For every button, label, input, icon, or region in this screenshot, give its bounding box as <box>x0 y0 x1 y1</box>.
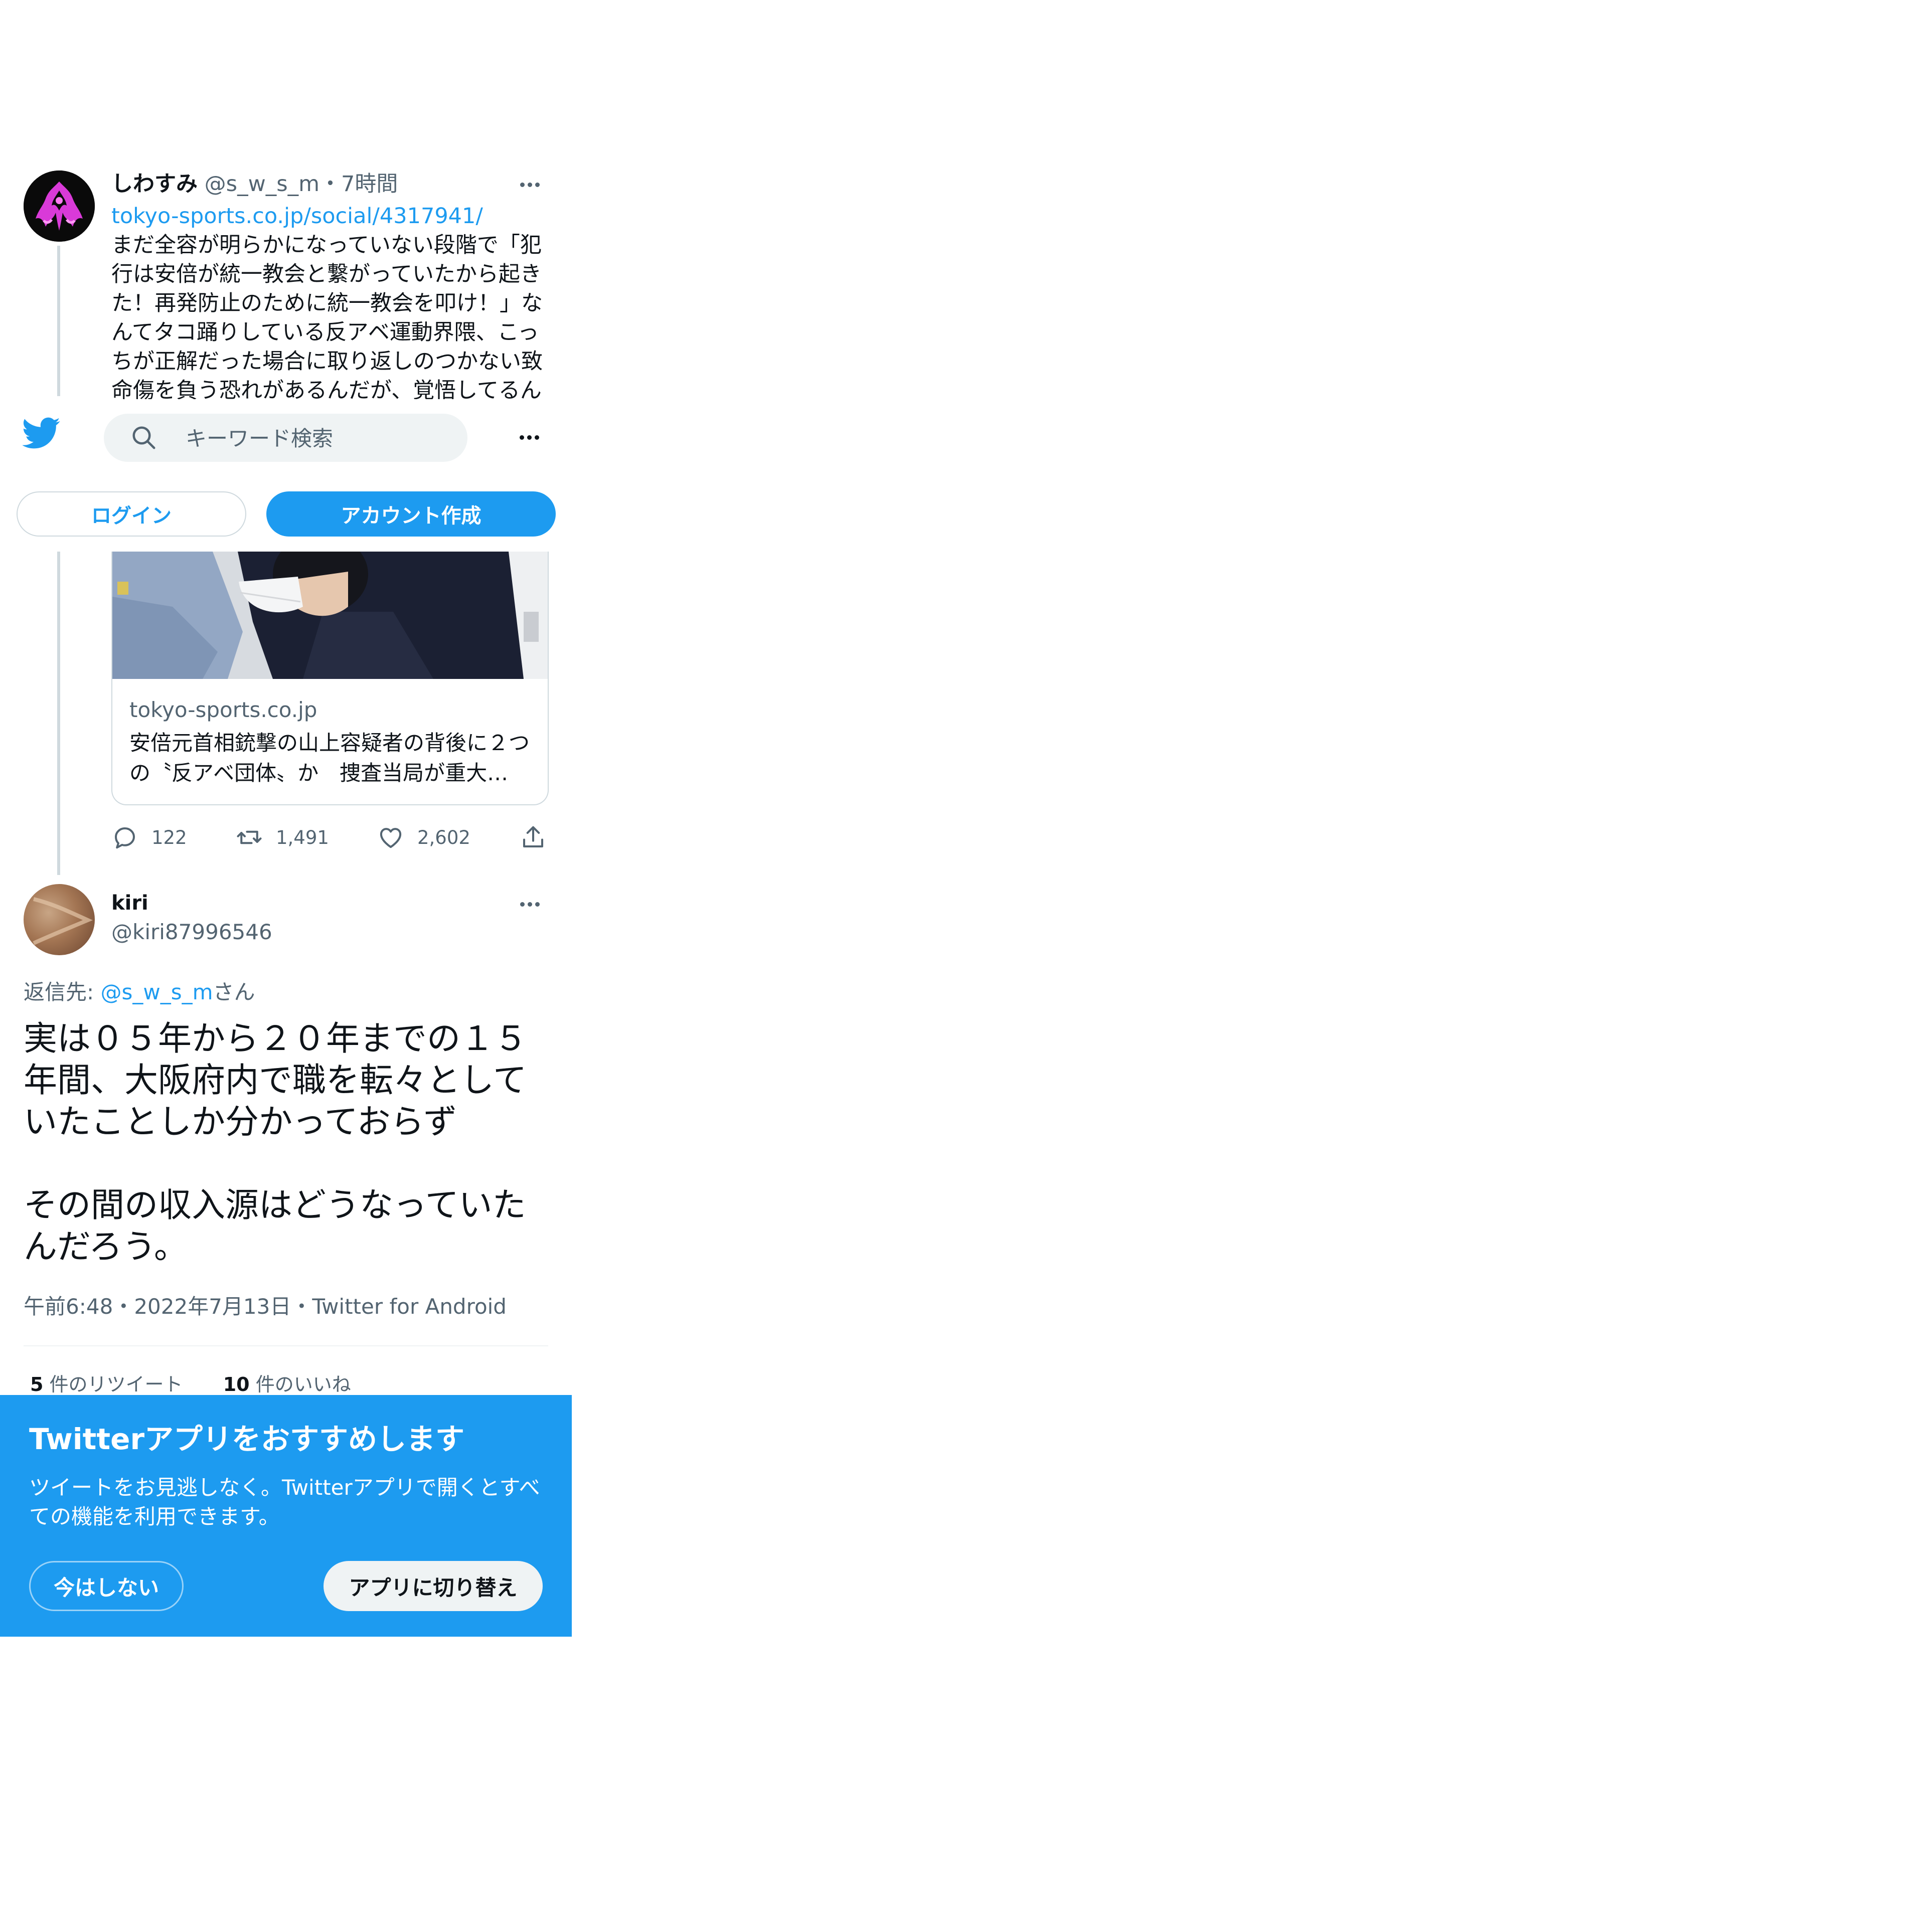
avatar-image-icon <box>24 170 95 242</box>
thread-line <box>57 246 60 396</box>
author-handle[interactable]: @s_w_s_m <box>205 171 319 197</box>
switch-to-app-button[interactable]: アプリに切り替え <box>324 1561 543 1611</box>
reply-icon <box>114 827 135 849</box>
nav-more-icon[interactable] <box>520 432 544 442</box>
reply-to: 返信先: @s_w_s_mさん <box>24 978 255 1007</box>
retweet-total-label: 件のリツイート <box>43 1373 183 1395</box>
reply-action[interactable]: 122 <box>111 824 187 851</box>
reply-to-label: 返信先: <box>24 980 101 1004</box>
like-total: 10 <box>223 1373 250 1395</box>
tweet-header: しわすみ @s_w_s_m・7時間 <box>111 169 398 199</box>
reply-to-suffix: さん <box>213 980 255 1004</box>
avatar[interactable] <box>24 884 95 955</box>
heart-icon <box>380 828 402 848</box>
retweet-total: 5 <box>30 1373 44 1395</box>
card-image <box>112 552 548 679</box>
login-button[interactable]: ログイン <box>17 491 246 537</box>
like-action[interactable]: 2,602 <box>377 824 470 851</box>
tweet-time[interactable]: ・7時間 <box>319 171 398 197</box>
signup-button[interactable]: アカウント作成 <box>266 491 556 537</box>
search-icon <box>130 424 157 451</box>
engagement-counts: 5 件のリツイート 10 件のいいね <box>30 1370 351 1398</box>
thread-line <box>57 552 60 875</box>
like-total-label: 件のいいね <box>249 1373 351 1395</box>
retweet-action[interactable]: 1,491 <box>236 824 329 851</box>
like-count: 2,602 <box>417 826 470 848</box>
tweet-text: まだ全容が明らかになっていない段階で「犯行は安倍が統一教会と繋がっていたから起き… <box>111 233 543 399</box>
author-name[interactable]: kiri <box>111 889 148 917</box>
reply-to-mention[interactable]: @s_w_s_m <box>101 980 213 1004</box>
share-action[interactable] <box>520 824 560 851</box>
card-domain: tokyo-sports.co.jp <box>129 697 317 722</box>
banner-description: ツイートをお見逃しなく。Twitterアプリで開くとすべての機能を利用できます。 <box>29 1475 540 1529</box>
tweet-text: 実は０５年から２０年までの１５年間、大阪府内で職を転々としていたことしか分かって… <box>24 1019 528 1266</box>
avatar-image-icon <box>33 897 93 945</box>
tweet-meta[interactable]: 午前6:48・2022年7月13日・Twitter for Android <box>24 1292 507 1321</box>
author-name[interactable]: しわすみ <box>111 171 198 197</box>
avatar[interactable] <box>24 170 95 242</box>
share-icon <box>523 826 544 848</box>
author-handle[interactable]: @kiri87996546 <box>111 918 272 947</box>
search-input[interactable] <box>185 421 447 455</box>
retweets-link[interactable]: 5 件のリツイート <box>30 1373 183 1395</box>
divider <box>24 1345 548 1346</box>
likes-link[interactable]: 10 件のいいね <box>223 1373 351 1395</box>
retweet-icon <box>237 830 262 844</box>
tweet-link[interactable]: tokyo-sports.co.jp/social/4317941/ <box>111 202 483 231</box>
more-options-icon[interactable] <box>520 180 544 190</box>
more-options-icon[interactable] <box>520 899 544 909</box>
not-now-button[interactable]: 今はしない <box>29 1561 184 1611</box>
banner-title: Twitterアプリをおすすめします <box>29 1422 465 1456</box>
twitter-bird-icon[interactable] <box>22 417 61 449</box>
reply-count: 122 <box>151 826 187 848</box>
retweet-count: 1,491 <box>276 826 329 848</box>
card-title: 安倍元首相銃撃の山上容疑者の背後に２つの〝反アベ団体〟か 捜査当局が重大… <box>129 731 530 785</box>
